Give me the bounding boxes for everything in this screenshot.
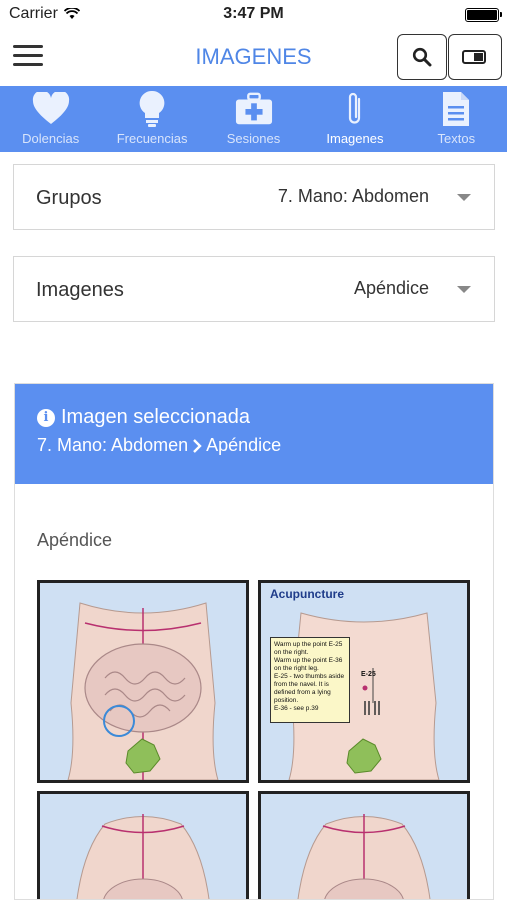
imagenes-label: Imagenes [36, 279, 124, 301]
breadcrumb-group: 7. Mano: Abdomen [37, 435, 189, 455]
tab-textos[interactable]: Textos [406, 86, 507, 152]
panel-title: Imagen seleccionada [61, 406, 251, 428]
tab-label: Sesiones [226, 131, 281, 146]
note-line: Warm up the point E-25 on the right. [274, 641, 343, 656]
caret-down-icon [457, 194, 471, 201]
abdomen-illustration [261, 794, 467, 899]
grupos-label: Grupos [36, 187, 102, 209]
note-line: E-36 - see p.39 [274, 705, 319, 712]
status-bar: Carrier 3:47 PM [0, 0, 507, 28]
abdomen-illustration [40, 794, 246, 899]
note-line: E-25 - two thumbs aside from the navel. … [274, 673, 345, 704]
medkit-icon [235, 90, 273, 128]
heart-icon [32, 90, 70, 128]
imagenes-value: Apéndice [353, 278, 429, 298]
panel-header: i Imagen seleccionada 7. Mano: Abdomen A… [15, 384, 493, 484]
note-line: Warm up the point E-36 on the right leg. [274, 657, 343, 672]
chevron-right-icon [193, 438, 202, 453]
battery-icon [465, 8, 502, 22]
tab-frecuencias[interactable]: Frecuencias [101, 86, 202, 152]
tag-icon [462, 50, 486, 64]
breadcrumb: 7. Mano: Abdomen Apéndice [37, 435, 493, 456]
lightbulb-icon [133, 90, 171, 128]
imagenes-select[interactable]: Imagenes Apéndice [13, 256, 495, 322]
tab-label: Dolencias [22, 131, 80, 146]
grupos-select[interactable]: Grupos 7. Mano: Abdomen [13, 164, 495, 230]
search-button[interactable] [397, 34, 447, 80]
image-name: Apéndice [37, 530, 113, 550]
search-icon [412, 47, 432, 67]
paperclip-icon [336, 90, 374, 128]
tab-sesiones[interactable]: Sesiones [203, 86, 304, 152]
abdomen-illustration [40, 583, 246, 780]
nav-bar: IMAGENES [0, 28, 507, 86]
tab-label: Textos [437, 131, 476, 146]
caret-down-icon [457, 286, 471, 293]
acupuncture-image[interactable]: Acupuncture Warm up the point E-25 on th… [258, 580, 470, 783]
status-time: 3:47 PM [223, 5, 284, 22]
tag-button[interactable] [448, 34, 502, 80]
point-label: E-25 [361, 671, 376, 678]
breadcrumb-image: Apéndice [206, 435, 282, 455]
info-icon: i [37, 408, 55, 427]
acupuncture-note: Warm up the point E-25 on the right. War… [270, 637, 350, 723]
selected-image-panel: i Imagen seleccionada 7. Mano: Abdomen A… [14, 383, 494, 900]
tab-label: Imagenes [326, 131, 384, 146]
tab-bar: Dolencias Frecuencias Sesiones Imagenes … [0, 86, 507, 152]
abdomen-image-1[interactable] [37, 580, 249, 783]
grupos-value: 7. Mano: Abdomen [277, 186, 429, 206]
tab-label: Frecuencias [116, 131, 188, 146]
abdomen-image-4[interactable] [258, 791, 470, 899]
tab-dolencias[interactable]: Dolencias [0, 86, 101, 152]
acupuncture-title: Acupuncture [270, 587, 345, 601]
abdomen-image-3[interactable] [37, 791, 249, 899]
document-icon [437, 90, 475, 128]
tab-imagenes[interactable]: Imagenes [304, 86, 405, 152]
